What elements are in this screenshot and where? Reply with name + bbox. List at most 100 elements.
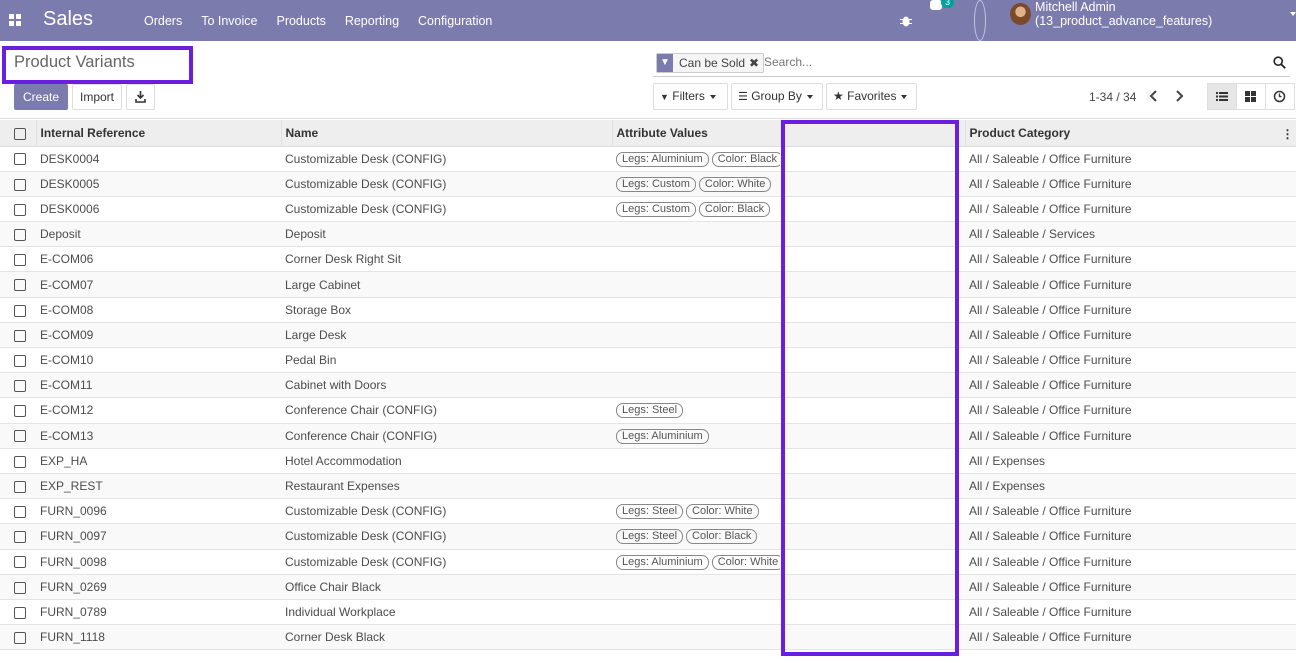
row-select-cell[interactable] <box>0 549 36 575</box>
kanban-view-button[interactable] <box>1236 83 1266 110</box>
row-select-cell[interactable] <box>0 372 36 399</box>
cell-product-category: All / Saleable / Office Furniture <box>965 397 1296 424</box>
cell-attribute-values <box>612 372 780 399</box>
row-checkbox[interactable] <box>14 480 26 493</box>
col-product-category[interactable]: Product Category ⋮ <box>965 120 1296 147</box>
row-select-cell[interactable] <box>0 196 36 223</box>
row-select-cell[interactable] <box>0 297 36 323</box>
row-select-cell[interactable] <box>0 271 36 298</box>
chevron-right-icon[interactable] <box>1171 88 1187 104</box>
row-checkbox[interactable] <box>14 203 26 216</box>
cell-attribute-values <box>612 221 780 248</box>
row-checkbox[interactable] <box>14 556 26 569</box>
table-row[interactable]: E-COM06 Corner Desk Right Sit All / Saleab… <box>0 246 1296 273</box>
col-name[interactable]: Name <box>281 120 613 147</box>
col-attribute-values[interactable]: Attribute Values <box>612 120 781 147</box>
menu-configuration[interactable]: Configuration <box>418 14 492 28</box>
cell-product-category: All / Saleable / Office Furniture <box>965 599 1296 626</box>
app-name[interactable]: Sales <box>43 8 93 31</box>
cell-attribute-values <box>612 347 780 374</box>
list-view-button[interactable] <box>1207 83 1237 110</box>
column-options-icon[interactable]: ⋮ <box>1282 127 1294 141</box>
table-row[interactable]: FURN_0096 Customizable Desk (CONFIG) Legs:… <box>0 498 1296 525</box>
search-input[interactable] <box>764 55 1264 69</box>
row-select-cell[interactable] <box>0 347 36 374</box>
table-row[interactable]: DESK0004 Customizable Desk (CONFIG) Legs: … <box>0 146 1296 172</box>
table-row[interactable]: EXP_HA Hotel Accommodation All / Expenses <box>0 448 1296 474</box>
debug-bug-icon[interactable] <box>900 0 912 41</box>
menu-products[interactable]: Products <box>276 14 325 28</box>
row-select-cell[interactable] <box>0 171 36 197</box>
select-all-header[interactable] <box>0 120 37 147</box>
row-select-cell[interactable] <box>0 221 36 248</box>
row-checkbox[interactable] <box>14 354 26 367</box>
activity-clock-icon[interactable] <box>974 0 986 41</box>
table-row[interactable]: EXP_REST Restaurant Expenses All / Expense… <box>0 473 1296 500</box>
row-select-cell[interactable] <box>0 397 36 424</box>
table-row[interactable]: E-COM11 Cabinet with Doors All / Saleable … <box>0 372 1296 399</box>
row-checkbox[interactable] <box>14 405 26 418</box>
table-row[interactable]: E-COM13 Conference Chair (CONFIG) Legs: Al… <box>0 423 1296 449</box>
row-checkbox[interactable] <box>14 254 26 267</box>
import-button[interactable]: Import <box>72 84 122 110</box>
row-select-cell[interactable] <box>0 473 36 500</box>
select-all-checkbox[interactable] <box>14 127 26 140</box>
table-row[interactable]: E-COM12 Conference Chair (CONFIG) Legs: St… <box>0 397 1296 424</box>
row-select-cell[interactable] <box>0 246 36 273</box>
row-checkbox[interactable] <box>14 153 26 166</box>
row-checkbox[interactable] <box>14 329 26 342</box>
row-checkbox[interactable] <box>14 430 26 443</box>
table-row[interactable]: FURN_0789 Individual Workplace All / Salea… <box>0 599 1296 626</box>
user-menu[interactable]: Mitchell Admin (13_product_advance_featu… <box>1010 0 1296 28</box>
attribute-tag: Legs: Custom <box>616 201 696 217</box>
menu-reporting[interactable]: Reporting <box>345 14 399 28</box>
row-checkbox[interactable] <box>14 581 26 594</box>
row-checkbox[interactable] <box>14 506 26 519</box>
table-row[interactable]: DESK0005 Customizable Desk (CONFIG) Legs: … <box>0 171 1296 197</box>
table-row[interactable]: E-COM09 Large Desk All / Saleable / Office… <box>0 322 1296 349</box>
row-checkbox[interactable] <box>14 178 26 191</box>
row-select-cell[interactable] <box>0 574 36 600</box>
apps-menu-icon[interactable] <box>9 14 21 26</box>
export-button[interactable] <box>126 84 155 110</box>
row-checkbox[interactable] <box>14 531 26 544</box>
row-checkbox[interactable] <box>14 380 26 393</box>
favorites-button[interactable]: ★ Favorites <box>826 83 917 110</box>
search-icon[interactable] <box>1273 56 1286 69</box>
table-row[interactable]: E-COM08 Storage Box All / Saleable / Offic… <box>0 297 1296 323</box>
col-internal-reference[interactable]: Internal Reference <box>36 120 282 147</box>
pager-value[interactable]: 1-34 / 34 <box>1089 90 1136 104</box>
create-button[interactable]: Create <box>14 84 68 110</box>
row-checkbox[interactable] <box>14 228 26 241</box>
row-checkbox[interactable] <box>14 455 26 468</box>
menu-to-invoice[interactable]: To Invoice <box>201 14 257 28</box>
activity-view-button[interactable] <box>1265 83 1295 110</box>
row-select-cell[interactable] <box>0 448 36 474</box>
table-row[interactable]: FURN_1118 Corner Desk Black All / Saleable… <box>0 624 1296 651</box>
table-row[interactable]: E-COM07 Large Cabinet All / Saleable / Off… <box>0 271 1296 298</box>
row-select-cell[interactable] <box>0 423 36 449</box>
row-checkbox[interactable] <box>14 304 26 317</box>
row-select-cell[interactable] <box>0 624 36 651</box>
row-checkbox[interactable] <box>14 279 26 292</box>
groupby-button[interactable]: ☰ Group By <box>731 83 823 110</box>
cell-product-category: All / Saleable / Office Furniture <box>965 322 1296 349</box>
cell-attribute-values: Legs: Aluminium <box>612 423 780 449</box>
table-row[interactable]: E-COM10 Pedal Bin All / Saleable / Office … <box>0 347 1296 374</box>
row-select-cell[interactable] <box>0 599 36 626</box>
table-row[interactable]: DESK0006 Customizable Desk (CONFIG) Legs: … <box>0 196 1296 223</box>
row-checkbox[interactable] <box>14 631 26 644</box>
row-select-cell[interactable] <box>0 322 36 349</box>
table-row[interactable]: FURN_0098 Customizable Desk (CONFIG) Legs:… <box>0 549 1296 575</box>
table-row[interactable]: FURN_0097 Customizable Desk (CONFIG) Legs:… <box>0 523 1296 550</box>
row-checkbox[interactable] <box>14 606 26 619</box>
row-select-cell[interactable] <box>0 146 36 172</box>
row-select-cell[interactable] <box>0 498 36 525</box>
row-select-cell[interactable] <box>0 523 36 550</box>
facet-remove-icon[interactable]: ✖ <box>749 56 763 70</box>
filters-button[interactable]: ▼ Filters <box>653 83 728 110</box>
chevron-left-icon[interactable] <box>1146 88 1162 104</box>
menu-orders[interactable]: Orders <box>144 14 182 28</box>
table-row[interactable]: Deposit Deposit All / Saleable / Services <box>0 221 1296 248</box>
table-row[interactable]: FURN_0269 Office Chair Black All / Saleabl… <box>0 574 1296 600</box>
